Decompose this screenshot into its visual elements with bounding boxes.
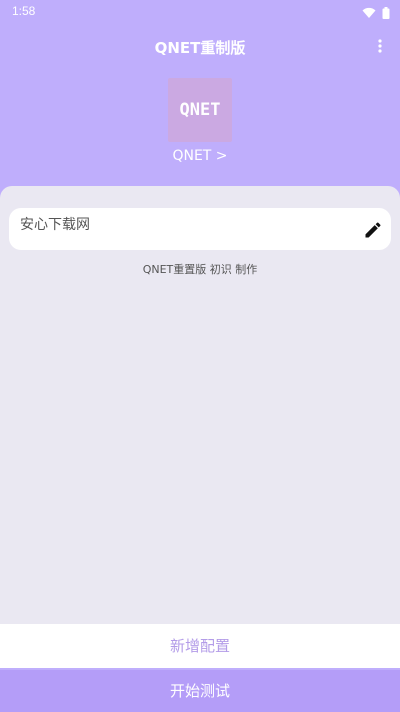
logo-link[interactable]: QNET > xyxy=(0,148,400,164)
config-item-name: 安心下载网 xyxy=(20,217,90,233)
status-icons xyxy=(362,4,390,23)
edit-config-button[interactable] xyxy=(363,220,383,240)
app-bar: QNET重制版 xyxy=(0,24,400,68)
more-vert-icon xyxy=(378,39,382,53)
status-time: 1:58 xyxy=(12,4,36,18)
status-bar: 1:58 xyxy=(0,0,400,24)
logo-text: QNET xyxy=(179,100,221,120)
edit-pencil-icon xyxy=(365,222,381,238)
wifi-icon xyxy=(362,4,376,23)
more-options-button[interactable] xyxy=(370,34,390,58)
credit-text: QNET重置版 初识 制作 xyxy=(142,263,258,276)
battery-icon xyxy=(382,4,390,23)
add-config-button[interactable]: 新增配置 xyxy=(0,624,400,668)
start-test-button[interactable]: 开始测试 xyxy=(0,670,400,712)
config-item[interactable]: 安心下载网 xyxy=(9,208,391,250)
app-logo[interactable]: QNET xyxy=(168,78,232,142)
content-panel: 安心下载网 QNET重置版 初识 制作 xyxy=(0,186,400,624)
app-title: QNET重制版 xyxy=(154,39,246,57)
